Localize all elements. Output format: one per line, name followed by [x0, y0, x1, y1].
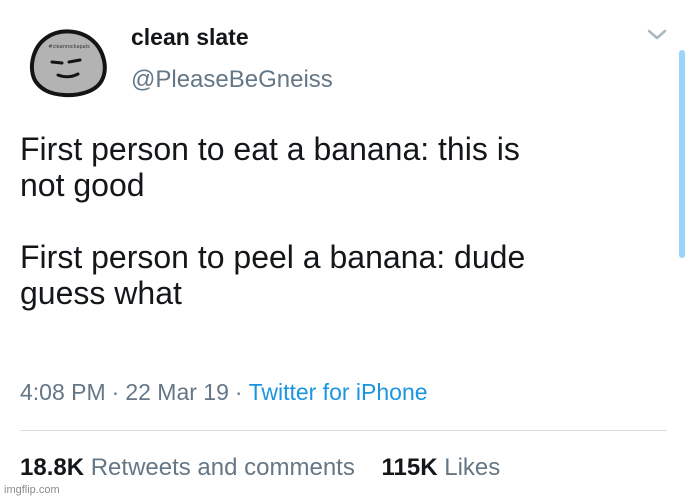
user-handle[interactable]: @PleaseBeGneiss [131, 66, 333, 94]
tweet-metadata: 4:08 PM · 22 Mar 19 · Twitter for iPhone [20, 379, 428, 406]
tweet-paragraph: First person to peel a banana: dude gues… [20, 239, 526, 311]
tweet-time[interactable]: 4:08 PM [20, 379, 106, 405]
avatar[interactable]: #cleanrockapals [22, 18, 114, 110]
rock-face-avatar-icon: #cleanrockapals [29, 29, 107, 98]
tweet-stats: 18.8K Retweets and comments 115K Likes [20, 454, 520, 482]
display-name[interactable]: clean slate [131, 24, 249, 51]
more-options-chevron-down-icon[interactable] [646, 26, 668, 44]
retweets-label: Retweets and comments [90, 454, 355, 481]
tweet-date[interactable]: 22 Mar 19 [125, 379, 229, 405]
tweet-source-link[interactable]: Twitter for iPhone [249, 379, 428, 405]
likes-stat[interactable]: 115K Likes [382, 454, 501, 481]
divider [20, 430, 667, 431]
tweet-card: #cleanrockapals clean slate @PleaseBeGne… [0, 0, 687, 499]
scrollbar[interactable] [679, 50, 685, 258]
tweet-paragraph: First person to eat a banana: this is no… [20, 131, 520, 203]
watermark: imgflip.com [4, 484, 60, 496]
meta-separator: · [234, 379, 243, 405]
retweets-count: 18.8K [20, 454, 85, 481]
likes-count: 115K [381, 454, 438, 481]
tweet-text: First person to eat a banana: this is no… [20, 131, 660, 311]
retweets-stat[interactable]: 18.8K Retweets and comments [20, 454, 362, 481]
meta-separator: · [111, 379, 120, 405]
avatar-text: #cleanrockapals [48, 44, 90, 50]
likes-label: Likes [444, 454, 501, 481]
